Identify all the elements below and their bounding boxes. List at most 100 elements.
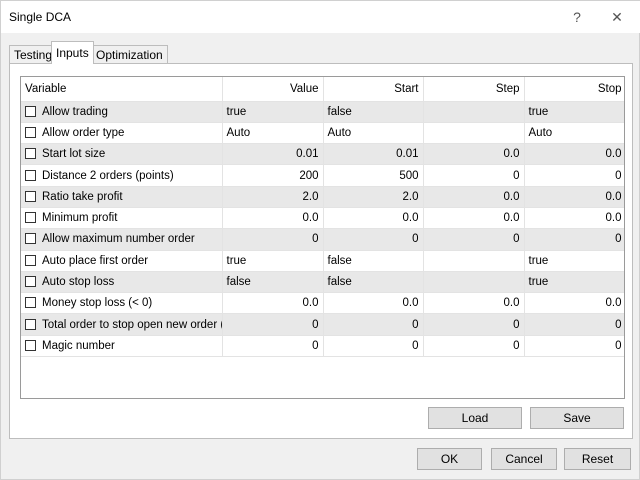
column-header-start[interactable]: Start xyxy=(323,77,424,102)
step-cell[interactable] xyxy=(423,271,525,294)
help-icon[interactable]: ? xyxy=(559,1,595,33)
variable-cell: Total order to stop open new order (>0) xyxy=(21,313,223,336)
step-cell[interactable]: 0 xyxy=(423,228,525,251)
variable-name: Auto stop loss xyxy=(42,276,115,289)
optimize-checkbox[interactable] xyxy=(25,254,36,266)
value-cell[interactable]: true xyxy=(222,101,324,123)
grid-body: Allow trading true false true Allow order ty… xyxy=(21,101,624,358)
optimize-checkbox[interactable] xyxy=(25,339,36,351)
inputs-table: Variable Value Start Step Stop Allow tra… xyxy=(21,77,624,358)
optimize-checkbox[interactable] xyxy=(25,233,36,245)
variable-name: Distance 2 orders (points) xyxy=(42,169,174,182)
value-cell[interactable]: false xyxy=(222,271,324,294)
step-cell[interactable]: 0.0 xyxy=(423,143,525,166)
step-cell[interactable]: 0.0 xyxy=(423,186,525,208)
title-bar: Single DCA ? ✕ xyxy=(1,1,640,33)
optimize-checkbox[interactable] xyxy=(25,190,36,202)
start-cell[interactable]: false xyxy=(323,101,424,123)
variable-name: Money stop loss (< 0) xyxy=(42,297,153,310)
value-cell[interactable]: true xyxy=(222,250,324,272)
column-header-stop[interactable]: Stop xyxy=(524,77,624,102)
variable-cell: Money stop loss (< 0) xyxy=(21,292,223,315)
step-cell[interactable]: 0 xyxy=(423,164,525,187)
value-cell[interactable]: 0.0 xyxy=(222,207,324,230)
variable-cell: Allow order type xyxy=(21,122,223,145)
start-cell[interactable]: 0 xyxy=(323,228,424,251)
load-button[interactable]: Load xyxy=(428,407,522,429)
optimize-checkbox[interactable] xyxy=(25,212,36,224)
column-header-variable[interactable]: Variable xyxy=(21,77,223,102)
start-cell[interactable]: 0.01 xyxy=(323,143,424,166)
variable-name: Start lot size xyxy=(42,148,106,161)
optimize-checkbox[interactable] xyxy=(25,276,36,288)
optimize-checkbox[interactable] xyxy=(25,105,36,117)
value-cell[interactable]: 0.01 xyxy=(222,143,324,166)
variable-cell: Auto place first order xyxy=(21,250,223,272)
stop-cell[interactable]: 0 xyxy=(524,164,624,187)
start-cell[interactable]: 500 xyxy=(323,164,424,187)
stop-cell[interactable]: 0.0 xyxy=(524,207,624,230)
inputs-grid[interactable]: Variable Value Start Step Stop Allow tra… xyxy=(20,76,625,399)
variable-cell: Minimum profit xyxy=(21,207,223,230)
value-cell[interactable]: 2.0 xyxy=(222,186,324,208)
stop-cell[interactable]: 0.0 xyxy=(524,143,624,166)
save-button[interactable]: Save xyxy=(530,407,624,429)
optimize-checkbox[interactable] xyxy=(25,297,36,309)
stop-cell[interactable]: Auto xyxy=(524,122,624,145)
variable-name: Magic number xyxy=(42,339,115,352)
step-cell[interactable]: 0 xyxy=(423,313,525,336)
variable-cell: Distance 2 orders (points) xyxy=(21,164,223,187)
stop-cell[interactable]: true xyxy=(524,271,624,294)
start-cell[interactable]: 0 xyxy=(323,335,424,358)
stop-cell[interactable]: 0 xyxy=(524,228,624,251)
optimize-checkbox[interactable] xyxy=(25,126,36,138)
optimize-checkbox[interactable] xyxy=(25,148,36,160)
column-header-value[interactable]: Value xyxy=(222,77,324,102)
start-cell[interactable]: 2.0 xyxy=(323,186,424,208)
tab-inputs[interactable]: Inputs xyxy=(51,41,94,64)
start-cell[interactable]: 0.0 xyxy=(323,292,424,315)
stop-cell[interactable]: 0.0 xyxy=(524,186,624,208)
window-title: Single DCA xyxy=(9,10,72,24)
value-cell[interactable]: 0.0 xyxy=(222,292,324,315)
variable-name: Allow trading xyxy=(42,105,108,118)
variable-name: Total order to stop open new order (>0) xyxy=(42,318,222,331)
step-cell[interactable] xyxy=(423,250,525,272)
stop-cell[interactable]: true xyxy=(524,250,624,272)
reset-button[interactable]: Reset xyxy=(564,448,631,470)
step-cell[interactable]: 0.0 xyxy=(423,292,525,315)
start-cell[interactable]: Auto xyxy=(323,122,424,145)
column-header-step[interactable]: Step xyxy=(423,77,525,102)
dialog-window: Single DCA ? ✕ Testing Inputs Optimizati… xyxy=(0,0,640,480)
start-cell[interactable]: 0 xyxy=(323,313,424,336)
step-cell[interactable]: 0.0 xyxy=(423,207,525,230)
start-cell[interactable]: 0.0 xyxy=(323,207,424,230)
value-cell[interactable]: 0 xyxy=(222,228,324,251)
table-row: Ratio take profit 2.0 2.0 0.0 0.0 xyxy=(21,186,624,208)
stop-cell[interactable]: true xyxy=(524,101,624,123)
variable-cell: Start lot size xyxy=(21,143,223,166)
table-row: Distance 2 orders (points) 200 500 0 0 xyxy=(21,164,624,187)
optimize-checkbox[interactable] xyxy=(25,169,36,181)
variable-cell: Ratio take profit xyxy=(21,186,223,208)
start-cell[interactable]: false xyxy=(323,271,424,294)
ok-button[interactable]: OK xyxy=(417,448,482,470)
close-icon[interactable]: ✕ xyxy=(599,1,635,33)
optimize-checkbox[interactable] xyxy=(25,318,36,330)
stop-cell[interactable]: 0 xyxy=(524,335,624,358)
value-cell[interactable]: 200 xyxy=(222,164,324,187)
tab-optimization[interactable]: Optimization xyxy=(91,45,168,64)
step-cell[interactable] xyxy=(423,122,525,145)
tab-testing[interactable]: Testing xyxy=(9,45,58,64)
step-cell[interactable] xyxy=(423,101,525,123)
stop-cell[interactable]: 0 xyxy=(524,313,624,336)
value-cell[interactable]: 0 xyxy=(222,313,324,336)
value-cell[interactable]: 0 xyxy=(222,335,324,358)
table-row: Start lot size 0.01 0.01 0.0 0.0 xyxy=(21,143,624,166)
cancel-button[interactable]: Cancel xyxy=(491,448,557,470)
value-cell[interactable]: Auto xyxy=(222,122,324,145)
step-cell[interactable]: 0 xyxy=(423,335,525,358)
start-cell[interactable]: false xyxy=(323,250,424,272)
stop-cell[interactable]: 0.0 xyxy=(524,292,624,315)
table-row: Allow trading true false true xyxy=(21,101,624,123)
